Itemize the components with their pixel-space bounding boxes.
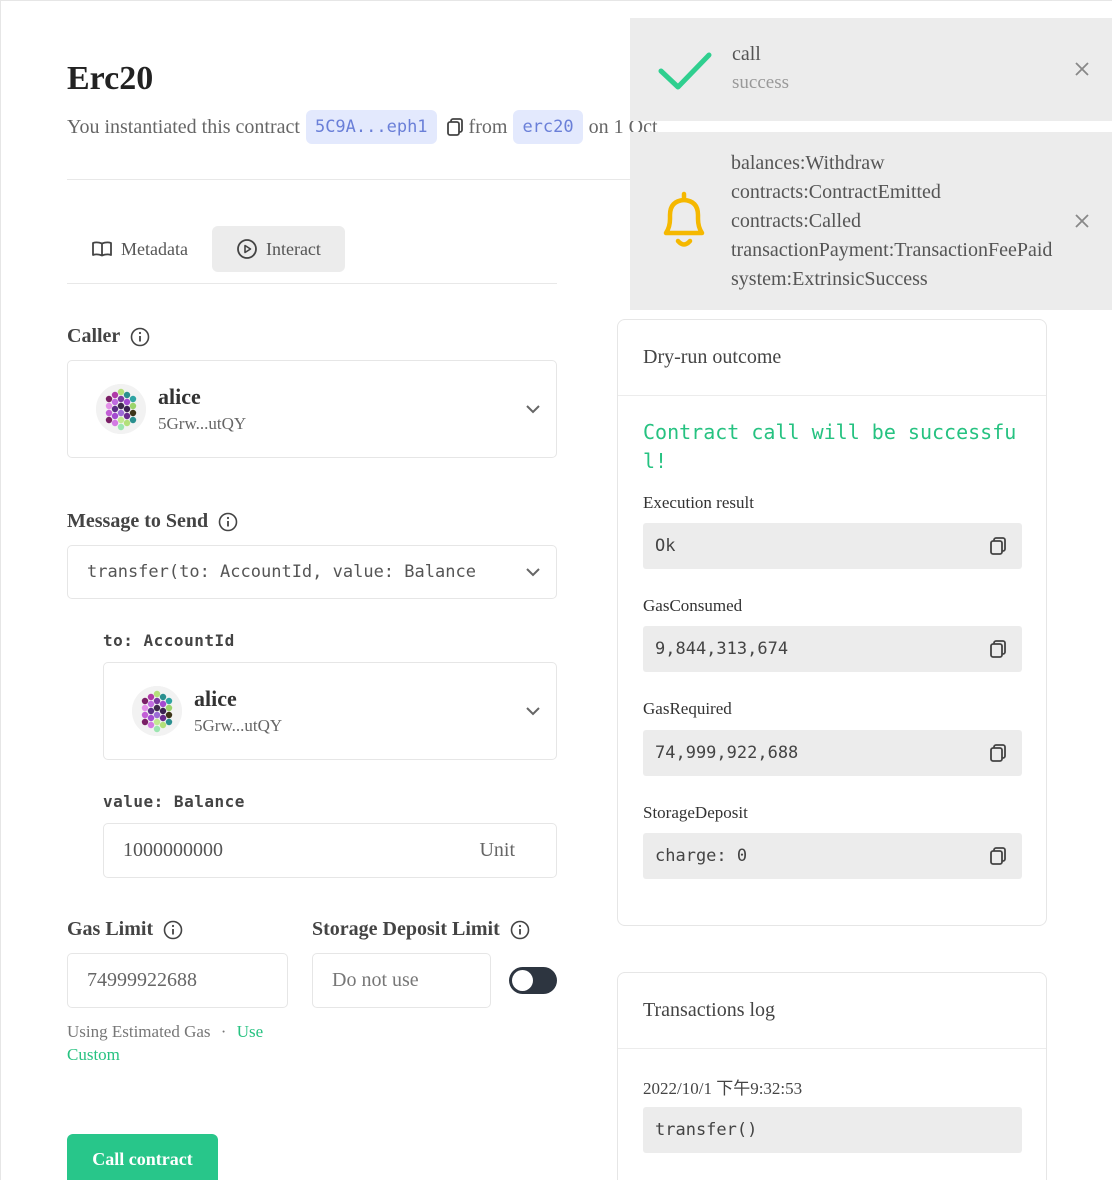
gas-limit-label-text: Gas Limit xyxy=(67,918,154,940)
info-icon[interactable] xyxy=(218,512,238,532)
transaction-timestamp: 2022/10/1 下午9:32:53 xyxy=(643,1079,803,1098)
message-label: Message to Send xyxy=(67,510,238,533)
gas-limit-label: Gas Limit xyxy=(67,918,183,941)
copy-icon[interactable] xyxy=(988,536,1008,556)
gas-consumed-label: GasConsumed xyxy=(643,596,743,615)
copy-icon[interactable] xyxy=(988,846,1008,866)
transactions-log-card: Transactions log 2022/10/1 下午9:32:53 tra… xyxy=(617,972,1047,1180)
execution-result-value: Ok xyxy=(655,536,676,556)
storage-limit-label: Storage Deposit Limit xyxy=(312,918,530,941)
intro-text: You instantiated this contract xyxy=(67,115,300,138)
copy-icon[interactable] xyxy=(988,743,1008,763)
copy-icon[interactable] xyxy=(988,639,1008,659)
page-title: Erc20 xyxy=(67,60,154,97)
identicon-avatar xyxy=(96,384,146,434)
value-amount: 1000000000 xyxy=(123,839,223,861)
storage-limit-placeholder: Do not use xyxy=(332,969,419,991)
message-select[interactable]: transfer(to: AccountId, value: Balance xyxy=(67,545,557,599)
toast-title: call xyxy=(732,43,761,65)
toast-subtitle: success xyxy=(732,72,789,93)
caller-account-address: 5Grw...utQY xyxy=(158,414,247,433)
bell-icon xyxy=(663,191,705,247)
info-icon[interactable] xyxy=(163,920,183,940)
gas-required-field: 74,999,922,688 xyxy=(643,730,1022,776)
to-account-name: alice xyxy=(194,686,237,711)
param-to-label: to: AccountId xyxy=(103,631,235,650)
tab-metadata-label: Metadata xyxy=(121,238,188,259)
contract-subtitle: You instantiated this contract 5C9A...ep… xyxy=(67,110,658,144)
event-item: contracts:ContractEmitted xyxy=(731,181,941,203)
event-item: balances:Withdraw xyxy=(731,152,885,174)
tab-bar: Metadata Interact xyxy=(67,226,345,272)
caller-select[interactable]: alice 5Grw...utQY xyxy=(67,360,557,458)
close-icon[interactable] xyxy=(1074,213,1090,229)
caller-account-name: alice xyxy=(158,384,201,409)
call-contract-button[interactable]: Call contract xyxy=(67,1134,218,1180)
info-icon[interactable] xyxy=(510,920,530,940)
transaction-entry[interactable]: transfer() xyxy=(643,1107,1022,1153)
event-item: system:ExtrinsicSuccess xyxy=(731,268,928,290)
code-name-badge[interactable]: erc20 xyxy=(513,110,583,144)
success-toast: call success xyxy=(630,18,1112,121)
event-list: balances:Withdraw contracts:ContractEmit… xyxy=(731,149,1052,294)
contract-address-badge[interactable]: 5C9A...eph1 xyxy=(305,110,437,144)
execution-result-label: Execution result xyxy=(643,493,754,512)
gas-hint-text: Using Estimated Gas xyxy=(67,1022,211,1041)
gas-hint-separator: · xyxy=(220,1022,227,1041)
book-icon xyxy=(92,241,112,257)
dry-run-card: Dry-run outcome Contract call will be su… xyxy=(617,319,1047,926)
param-value-label: value: Balance xyxy=(103,792,245,811)
copy-address-icon[interactable] xyxy=(445,117,465,137)
dry-run-title: Dry-run outcome xyxy=(618,320,1046,396)
storage-deposit-value: charge: 0 xyxy=(655,846,748,866)
gas-required-label: GasRequired xyxy=(643,699,732,718)
info-icon[interactable] xyxy=(130,327,150,347)
tab-interact[interactable]: Interact xyxy=(211,226,345,272)
gas-required-value: 74,999,922,688 xyxy=(655,743,799,763)
identicon-avatar xyxy=(132,686,182,736)
param-to-select[interactable]: alice 5Grw...utQY xyxy=(103,662,557,760)
tab-metadata[interactable]: Metadata xyxy=(67,226,212,272)
storage-deposit-label: StorageDeposit xyxy=(643,803,748,822)
from-text: from xyxy=(468,115,508,138)
gas-limit-input[interactable]: 74999922688 xyxy=(67,953,288,1008)
gas-hint: Using Estimated Gas · Use Custom xyxy=(67,1020,297,1066)
message-selected-value: transfer(to: AccountId, value: Balance xyxy=(87,562,476,582)
value-input[interactable]: 1000000000 Unit xyxy=(103,823,557,878)
close-icon[interactable] xyxy=(1074,61,1090,77)
storage-limit-label-text: Storage Deposit Limit xyxy=(312,918,500,940)
tabs-divider xyxy=(67,283,557,284)
header-divider xyxy=(67,179,637,180)
storage-limit-toggle[interactable] xyxy=(509,967,557,994)
play-circle-icon xyxy=(237,239,257,259)
gas-consumed-value: 9,844,313,674 xyxy=(655,639,789,659)
event-item: transactionPayment:TransactionFeePaid xyxy=(731,239,1053,261)
caller-label-text: Caller xyxy=(67,325,121,347)
toggle-knob xyxy=(512,970,533,991)
tab-interact-label: Interact xyxy=(265,238,321,259)
transactions-log-title: Transactions log xyxy=(618,973,1046,1049)
gas-consumed-field: 9,844,313,674 xyxy=(643,626,1022,672)
caller-label: Caller xyxy=(67,325,150,348)
message-label-text: Message to Send xyxy=(67,510,209,532)
storage-deposit-field: charge: 0 xyxy=(643,833,1022,879)
value-unit: Unit xyxy=(479,839,515,861)
transaction-call: transfer() xyxy=(655,1120,758,1140)
to-account-address: 5Grw...utQY xyxy=(194,716,283,735)
chevron-down-icon xyxy=(526,707,540,716)
storage-limit-input[interactable]: Do not use xyxy=(312,953,491,1008)
execution-result-field: Ok xyxy=(643,523,1022,569)
event-item: contracts:Called xyxy=(731,210,861,232)
checkmark-icon xyxy=(658,52,712,90)
gas-limit-value: 74999922688 xyxy=(87,969,197,991)
dry-run-success-message: Contract call will be successful! xyxy=(643,420,1017,473)
events-toast: balances:Withdraw contracts:ContractEmit… xyxy=(630,132,1112,310)
chevron-down-icon xyxy=(526,405,540,414)
chevron-down-icon xyxy=(526,568,540,577)
